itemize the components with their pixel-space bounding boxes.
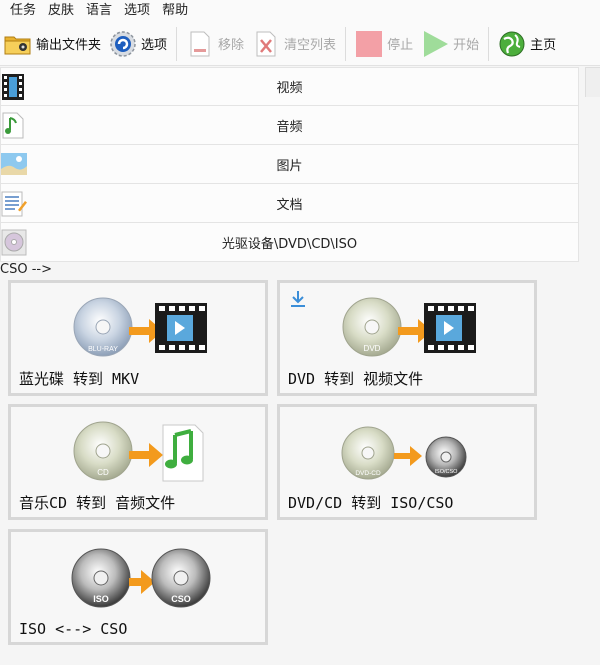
dvd-to-film-icon: DVD: [342, 297, 476, 357]
dvd-disc-text: DVD: [364, 344, 381, 353]
iso-disc-text: ISO: [93, 594, 109, 604]
toolbar-separator: [488, 26, 490, 61]
bluray-disc-text: BLU-RAY: [88, 346, 118, 353]
film-icon: [1, 72, 27, 102]
menu-task[interactable]: 任务: [4, 0, 42, 22]
document-remove-icon: [186, 30, 214, 58]
play-icon: [421, 30, 449, 58]
options-label: 选项: [141, 38, 168, 53]
start-button[interactable]: 开始: [417, 24, 483, 64]
output-folder-label: 输出文件夹: [36, 38, 102, 53]
bluray-to-film-icon: BLU-RAY: [73, 297, 207, 357]
clear-list-icon: [252, 30, 280, 58]
iso-to-cso-icon: ISO CSO: [71, 548, 211, 608]
menu-language[interactable]: 语言: [80, 0, 118, 22]
cd-to-audio-icon: CD: [73, 421, 204, 482]
stop-button[interactable]: 停止: [351, 24, 417, 64]
music-note-icon: [1, 110, 27, 140]
cd-disc-text: CD: [97, 468, 109, 477]
toolbar-separator: [176, 26, 178, 61]
category-document-label: 文档: [276, 197, 303, 213]
clear-list-label: 清空列表: [284, 38, 337, 53]
toolbar-separator: [345, 26, 347, 61]
stop-icon: [355, 30, 383, 58]
tile-iso-cso-label: ISO <--> CSO: [19, 620, 128, 638]
stop-label: 停止: [387, 38, 414, 53]
download-icon: [291, 291, 305, 307]
menu-options[interactable]: 选项: [118, 0, 156, 22]
tool-tiles: BLU-RAY 蓝光碟 转到 MKV DVD DVD 转到 视频文件 CD 音乐…: [0, 262, 579, 665]
category-video-label: 视频: [276, 81, 303, 96]
category-image[interactable]: 图片: [0, 145, 579, 184]
remove-button[interactable]: 移除: [182, 24, 248, 64]
iso-cso-disc-text: ISO/CSO: [435, 469, 459, 475]
start-label: 开始: [453, 38, 480, 53]
options-button[interactable]: 选项: [105, 24, 171, 64]
toolbar: 输出文件夹 选项 移除 清空列表 停止 开始 主页: [0, 22, 600, 66]
cd-drive-icon: [1, 227, 27, 257]
category-optical-drive-label: 光驱设备\DVD\CD\ISO: [221, 236, 358, 252]
category-audio-label: 音频: [276, 119, 303, 135]
category-optical-drive[interactable]: 光驱设备\DVD\CD\ISO: [0, 223, 579, 262]
document-icon: [1, 188, 27, 218]
menu-help[interactable]: 帮助: [156, 0, 194, 22]
picture-icon: [1, 149, 27, 179]
options-gear-icon: [109, 30, 137, 58]
menu-skin[interactable]: 皮肤: [42, 0, 80, 22]
tile-bluray-to-mkv[interactable]: BLU-RAY 蓝光碟 转到 MKV: [8, 280, 268, 396]
scrollbar[interactable]: [585, 67, 600, 97]
tile-iso-cso[interactable]: ISO CSO ISO <--> CSO: [8, 529, 268, 645]
home-button[interactable]: 主页: [494, 24, 560, 64]
cso-disc-text: CSO: [171, 594, 191, 604]
output-folder-button[interactable]: 输出文件夹: [0, 24, 105, 64]
home-label: 主页: [530, 38, 557, 53]
tile-dvdcd-to-iso[interactable]: DVD-CD ISO/CSO DVD/CD 转到 ISO/CSO: [277, 404, 537, 520]
clear-list-button[interactable]: 清空列表: [248, 24, 340, 64]
category-list: 视频 音频 图片 文档 光驱设备\DVD\CD\ISO: [0, 67, 579, 262]
tile-cd-to-audio-label: 音乐CD 转到 音频文件: [19, 494, 176, 512]
tile-dvd-to-video[interactable]: DVD DVD 转到 视频文件: [277, 280, 537, 396]
tile-dvd-to-video-label: DVD 转到 视频文件: [288, 370, 424, 388]
category-video[interactable]: 视频: [0, 67, 579, 106]
tile-bluray-to-mkv-label: 蓝光碟 转到 MKV: [19, 370, 140, 388]
globe-icon: [498, 30, 526, 58]
remove-label: 移除: [218, 38, 245, 53]
category-image-label: 图片: [276, 158, 303, 174]
folder-icon: [4, 30, 32, 58]
tile-cd-to-audio[interactable]: CD 音乐CD 转到 音频文件: [8, 404, 268, 520]
tile-dvdcd-to-iso-label: DVD/CD 转到 ISO/CSO: [288, 494, 454, 512]
menu-bar: 任务 皮肤 语言 选项 帮助: [0, 0, 600, 22]
dvdcd-disc-text: DVD-CD: [355, 470, 381, 477]
category-audio[interactable]: 音频: [0, 106, 579, 145]
disc-to-iso-icon: DVD-CD ISO/CSO: [341, 426, 467, 480]
category-document[interactable]: 文档: [0, 184, 579, 223]
